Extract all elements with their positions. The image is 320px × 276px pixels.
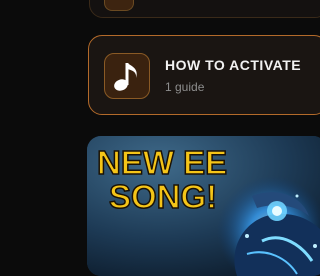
guide-title: HOW TO ACTIVATE — [165, 57, 302, 73]
thumbnail-title-line1: NEW EE — [97, 144, 227, 181]
thumbnail-title-line2: SONG! — [109, 178, 217, 215]
guide-count: 1 guide — [165, 80, 205, 94]
video-thumbnail: NEW EE SONG! — [87, 136, 320, 276]
guide-card-how-to-activate[interactable]: HOW TO ACTIVATE 1 guide — [88, 35, 320, 115]
music-note-icon — [104, 53, 150, 99]
previous-card-icon — [104, 0, 134, 11]
previous-guide-card[interactable] — [89, 0, 320, 18]
video-thumbnail-card[interactable]: NEW EE SONG! — [87, 136, 320, 276]
